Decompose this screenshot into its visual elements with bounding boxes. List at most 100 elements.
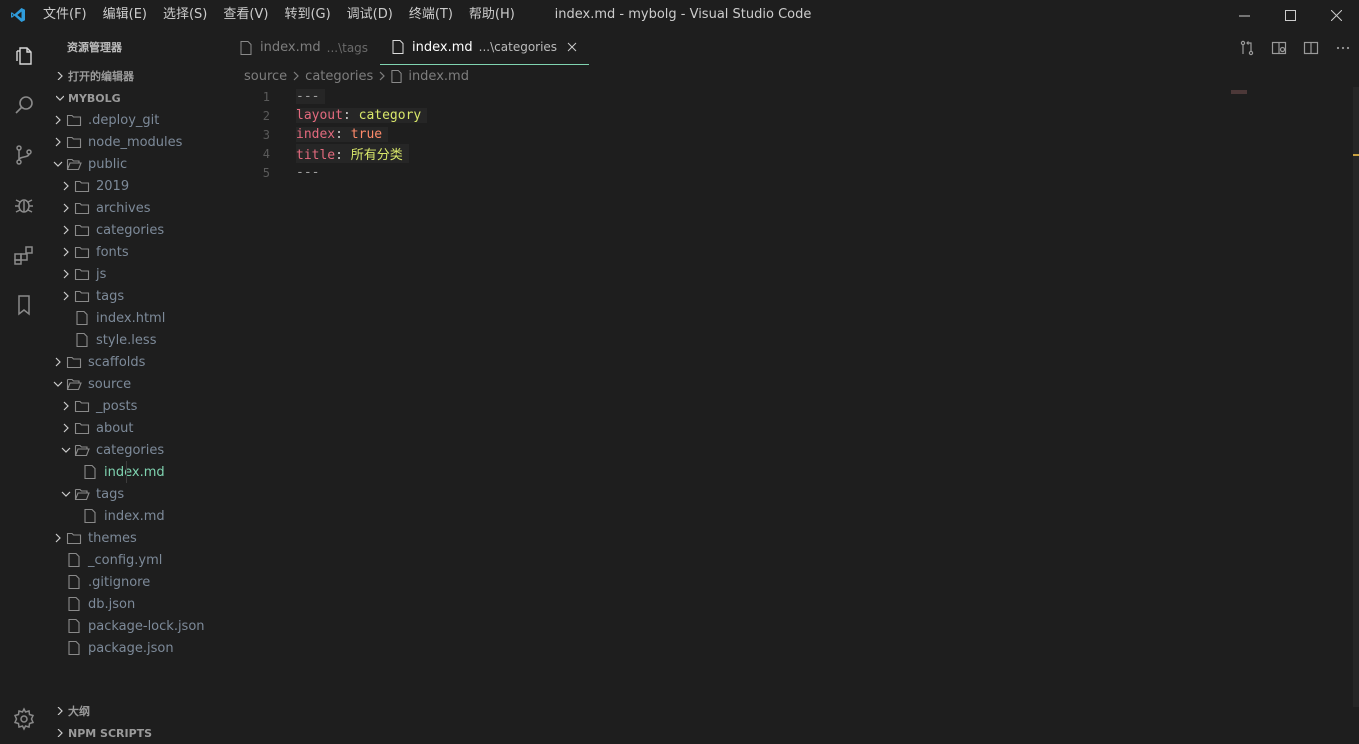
tree-item-label: fonts: [96, 244, 129, 260]
tree-folder[interactable]: source: [48, 373, 228, 395]
project-section[interactable]: MYBOLG: [48, 87, 228, 109]
code-line: 5 ---: [228, 163, 1359, 182]
menu-item[interactable]: 编辑(E): [95, 0, 155, 30]
chevron-right-icon: [58, 266, 74, 282]
debug-icon[interactable]: [0, 180, 48, 230]
file-icon: [74, 332, 90, 348]
indent-guide: [126, 461, 127, 483]
maximize-button[interactable]: [1267, 0, 1313, 30]
menu-item[interactable]: 文件(F): [35, 0, 95, 30]
chevron-right-icon: [58, 420, 74, 436]
tree-folder[interactable]: public: [48, 153, 228, 175]
tree-folder[interactable]: node_modules: [48, 131, 228, 153]
menu-item[interactable]: 调试(D): [339, 0, 401, 30]
tree-file[interactable]: db.json: [48, 593, 228, 615]
yaml-value: category: [358, 108, 422, 123]
folder-icon: [66, 112, 82, 128]
tree-folder[interactable]: tags: [48, 483, 228, 505]
chevron-right-icon: [50, 530, 66, 546]
chevron-right-icon: [58, 200, 74, 216]
bookmarks-icon[interactable]: [0, 280, 48, 330]
tab-categories-index[interactable]: index.md ...\categories: [380, 30, 590, 65]
activity-bar: [0, 30, 48, 744]
breadcrumb-item[interactable]: source: [244, 69, 287, 84]
search-icon[interactable]: [0, 80, 48, 130]
minimize-button[interactable]: [1221, 0, 1267, 30]
extensions-icon[interactable]: [0, 230, 48, 280]
yaml-key: layout: [296, 108, 343, 123]
tree-folder[interactable]: about: [48, 417, 228, 439]
chevron-right-icon: [52, 707, 68, 715]
vscode-logo-icon: [0, 0, 35, 30]
folder-icon: [74, 266, 90, 282]
menu-item[interactable]: 终端(T): [401, 0, 461, 30]
tree-item-label: package-lock.json: [88, 618, 205, 634]
tree-file[interactable]: index.md: [48, 505, 228, 527]
source-control-icon[interactable]: [0, 130, 48, 180]
menu-item[interactable]: 查看(V): [215, 0, 276, 30]
tab-label: index.md: [412, 39, 473, 55]
close-window-button[interactable]: [1313, 0, 1359, 30]
more-actions-icon[interactable]: [1327, 30, 1359, 65]
tree-item-label: .deploy_git: [88, 112, 160, 128]
breadcrumb-item[interactable]: categories: [305, 69, 373, 84]
tree-file[interactable]: style.less: [48, 329, 228, 351]
tree-folder[interactable]: tags: [48, 285, 228, 307]
folder-open-icon: [74, 486, 90, 502]
file-icon: [82, 464, 98, 480]
folder-icon: [66, 530, 82, 546]
tree-folder[interactable]: themes: [48, 527, 228, 549]
tree-folder[interactable]: _posts: [48, 395, 228, 417]
chevron-right-icon: [50, 134, 66, 150]
file-icon: [66, 596, 82, 612]
tree-item-label: js: [96, 266, 107, 282]
tree-file[interactable]: index.md: [48, 461, 228, 483]
menu-item[interactable]: 帮助(H): [461, 0, 523, 30]
tree-folder[interactable]: .deploy_git: [48, 109, 228, 131]
outline-section[interactable]: 大纲: [48, 700, 228, 722]
tree-file[interactable]: _config.yml: [48, 549, 228, 571]
file-icon: [391, 69, 402, 83]
split-editor-icon[interactable]: [1295, 30, 1327, 65]
scrollbar-marker: [1353, 154, 1359, 156]
file-icon: [66, 552, 82, 568]
code-editor[interactable]: 1 --- 2 layout: category 3 index: true 4…: [228, 87, 1359, 182]
explorer-icon[interactable]: [0, 30, 48, 80]
chevron-right-icon: [52, 72, 68, 80]
tree-folder[interactable]: js: [48, 263, 228, 285]
vertical-scrollbar[interactable]: [1353, 87, 1359, 707]
file-icon: [82, 508, 98, 524]
tree-folder[interactable]: fonts: [48, 241, 228, 263]
tree-item-label: categories: [96, 442, 165, 458]
close-tab-icon[interactable]: [567, 42, 577, 52]
menu-item[interactable]: 选择(S): [155, 0, 215, 30]
tree-item-label: package.json: [88, 640, 174, 656]
yaml-colon: :: [335, 148, 351, 163]
tree-file[interactable]: package-lock.json: [48, 615, 228, 637]
tree-folder[interactable]: 2019: [48, 175, 228, 197]
tree-folder[interactable]: categories: [48, 219, 228, 241]
code-line: 2 layout: category: [228, 106, 1359, 125]
breadcrumb-item[interactable]: index.md: [408, 69, 469, 84]
tree-folder[interactable]: categories: [48, 439, 228, 461]
menu-item[interactable]: 转到(G): [276, 0, 338, 30]
open-editors-section[interactable]: 打开的编辑器: [48, 65, 228, 87]
open-changes-icon[interactable]: [1231, 30, 1263, 65]
open-preview-icon[interactable]: [1263, 30, 1295, 65]
tree-folder[interactable]: scaffolds: [48, 351, 228, 373]
tab-tags-index[interactable]: index.md ...\tags: [228, 30, 380, 65]
tree-file[interactable]: .gitignore: [48, 571, 228, 593]
menu-bar: 文件(F) 编辑(E) 选择(S) 查看(V) 转到(G) 调试(D) 终端(T) 帮助(H): [35, 0, 523, 30]
minimap[interactable]: [1231, 90, 1247, 94]
folder-icon: [74, 420, 90, 436]
tree-file[interactable]: index.html: [48, 307, 228, 329]
explorer-sidebar: 资源管理器 打开的编辑器 MYBOLG .deploy_git node_modu…: [48, 30, 228, 744]
settings-gear-icon[interactable]: [0, 694, 48, 744]
sidebar-title: 资源管理器: [67, 41, 122, 54]
tree-item-label: style.less: [96, 332, 157, 348]
file-icon: [74, 310, 90, 326]
tree-folder[interactable]: archives: [48, 197, 228, 219]
file-tree: .deploy_git node_modules public 2019 archive…: [48, 109, 228, 659]
npm-scripts-section[interactable]: NPM SCRIPTS: [48, 722, 228, 744]
tree-file[interactable]: package.json: [48, 637, 228, 659]
